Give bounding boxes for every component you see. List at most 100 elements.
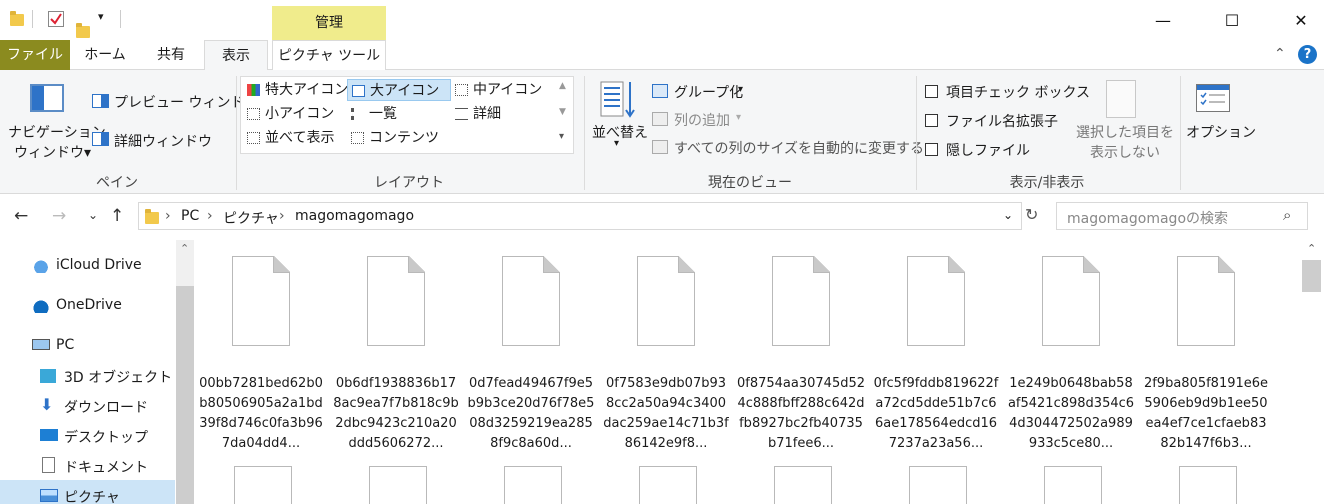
file-extensions-checkbox[interactable] [925,114,938,127]
recent-locations-dropdown-icon[interactable]: ⌄ [88,208,98,222]
hide-selected-label1[interactable]: 選択した項目を [1076,122,1174,142]
file-item[interactable]: 0fc5f9fddb819622fa72cd5dde51b7c66ae17856… [872,256,1000,456]
properties-icon[interactable] [48,11,64,27]
download-icon: ⬇ [40,395,54,414]
scroll-up-icon[interactable]: ⌃ [180,242,189,255]
file-name: 0b6df1938836b178ac9ea7f7b818c9b2dbc9423c… [333,376,459,451]
layout-details[interactable]: 詳細 [451,103,551,125]
file-item[interactable]: 00bb7281bed62b0b80506905a2a1bd39f8d746c0… [197,256,325,456]
address-dropdown-icon[interactable]: ⌄ [1003,208,1013,222]
folder-icon [10,11,24,26]
nav-pane-scroll-thumb[interactable] [176,286,194,504]
large-icons-icon [352,85,365,97]
file-icon[interactable] [774,466,832,504]
search-icon[interactable]: ⌕ [1283,206,1291,224]
nav-item-pictures[interactable]: ピクチャ [0,480,175,504]
forward-button[interactable]: → [52,206,66,226]
layout-content[interactable]: コンテンツ [347,127,451,149]
add-columns-dropdown-icon[interactable]: ▾ [736,112,741,123]
file-icon[interactable] [909,466,967,504]
layout-large-label: 大アイコン [370,83,440,99]
size-columns-button[interactable]: すべての列のサイズを自動的に変更する [674,138,924,158]
documents-icon [42,457,55,473]
file-item[interactable]: 0d7fead49467f9e5b9b3ce20d76f78e508d32592… [467,256,595,456]
search-box[interactable]: magomagomagoの検索 ⌕ [1056,202,1308,230]
file-item[interactable]: 1e249b0648bab58af5421c898d354c64d3044725… [1007,256,1135,456]
new-folder-icon[interactable] [76,23,90,38]
tab-view[interactable]: 表示 [204,40,268,71]
breadcrumb-pictures[interactable]: ピクチャ [223,208,279,228]
help-icon[interactable]: ? [1298,45,1317,64]
maximize-button[interactable]: ☐ [1209,0,1255,40]
details-pane-button[interactable]: 詳細ウィンドウ [114,131,212,151]
nav-item-pc[interactable]: PC [0,330,175,360]
breadcrumb-separator-icon[interactable]: › [207,208,213,224]
scroll-up-icon[interactable]: ⌃ [1307,242,1316,255]
nav-item-3d-objects[interactable]: 3D オブジェクト [0,360,175,390]
hide-selected-label2[interactable]: 表示しない [1090,142,1160,162]
breadcrumb-separator-icon[interactable]: › [165,208,171,224]
file-icon[interactable] [1044,466,1102,504]
layout-tiles[interactable]: 並べて表示 [243,127,347,149]
file-icon [772,256,830,346]
refresh-icon[interactable]: ↻ [1025,205,1038,224]
add-columns-icon [652,112,668,126]
breadcrumb-separator-icon[interactable]: › [279,208,285,224]
file-name: 0f7583e9db07b938cc2a50a94c3400dac259ae14… [603,376,729,451]
layout-small-icons[interactable]: 小アイコン [243,103,347,125]
customize-quick-access-icon[interactable]: ▾ [98,10,104,23]
hidden-items-checkbox[interactable] [925,143,938,156]
breadcrumb-current[interactable]: magomagomago [295,208,414,224]
up-button[interactable]: ↑ [110,206,124,226]
layout-extra-large-icons[interactable]: 特大アイコン [243,79,348,101]
tab-home[interactable]: ホーム [76,40,134,70]
layout-large-icons[interactable]: 大アイコン [347,79,451,101]
sort-by-dropdown-icon[interactable]: ▾ [614,138,619,149]
search-input[interactable]: magomagomagoの検索 [1067,208,1228,228]
tab-picture-tools[interactable]: ピクチャ ツール [272,40,386,70]
gallery-scroll-up-icon[interactable]: ▲ [559,81,566,91]
file-item[interactable]: 2f9ba805f8191e6e5906eb9d9b1ee50ea4ef7ce1… [1142,256,1270,456]
file-item[interactable]: 0f8754aa30745d524c888fbff288c642dfb8927b… [737,256,865,456]
address-bar[interactable]: › PC › ピクチャ › magomagomago ⌄ [138,202,1022,230]
nav-item-onedrive[interactable]: OneDrive [0,290,175,320]
group-by-dropdown-icon[interactable]: ▾ [738,84,743,95]
file-icon[interactable] [1179,466,1237,504]
tab-share[interactable]: 共有 [142,40,200,70]
file-item[interactable]: 0f7583e9db07b938cc2a50a94c3400dac259ae14… [602,256,730,456]
file-icon[interactable] [234,466,292,504]
file-list-scroll-thumb[interactable] [1302,260,1321,292]
file-icon [232,256,290,346]
navigation-pane-label2[interactable]: ウィンドウ▾ [14,142,91,162]
nav-item-icloud-drive[interactable]: iCloud Drive [0,250,175,280]
layout-medium-icons[interactable]: 中アイコン [451,79,551,101]
close-button[interactable]: ✕ [1278,0,1324,40]
divider [1180,76,1181,190]
file-icon[interactable] [504,466,562,504]
minimize-button[interactable]: — [1140,0,1186,40]
gallery-more-icon[interactable]: ▾ [559,131,564,142]
navigation-pane: iCloud Drive OneDrive PC 3D オブジェクト ⬇ ダウン… [0,240,194,504]
item-checkboxes-checkbox[interactable] [925,85,938,98]
file-icon[interactable] [369,466,427,504]
sort-by-button[interactable]: 並べ替え [592,122,648,142]
add-columns-button[interactable]: 列の追加 [674,110,730,130]
file-icon[interactable] [639,466,697,504]
group-by-button[interactable]: グループ化 [674,82,743,102]
breadcrumb-pc[interactable]: PC [181,208,199,224]
layout-list[interactable]: 一覧 [347,103,451,125]
tab-file[interactable]: ファイル [0,40,70,70]
context-tab-header: 管理 [272,6,386,40]
extra-large-icons-icon [247,84,260,96]
collapse-ribbon-icon[interactable]: ⌃ [1274,46,1286,62]
nav-item-documents[interactable]: ドキュメント [0,450,175,480]
nav-item-label: OneDrive [56,297,122,313]
file-name: 0f8754aa30745d524c888fbff288c642dfb8927b… [737,376,866,451]
options-button[interactable]: オプション [1186,122,1256,142]
nav-item-downloads[interactable]: ⬇ ダウンロード [0,390,175,420]
gallery-scroll-down-icon[interactable]: ▼ [559,107,566,117]
file-item[interactable]: 0b6df1938836b178ac9ea7f7b818c9b2dbc9423c… [332,256,460,456]
back-button[interactable]: ← [14,206,28,226]
nav-item-desktop[interactable]: デスクトップ [0,420,175,450]
layout-tiles-label: 並べて表示 [265,130,335,146]
